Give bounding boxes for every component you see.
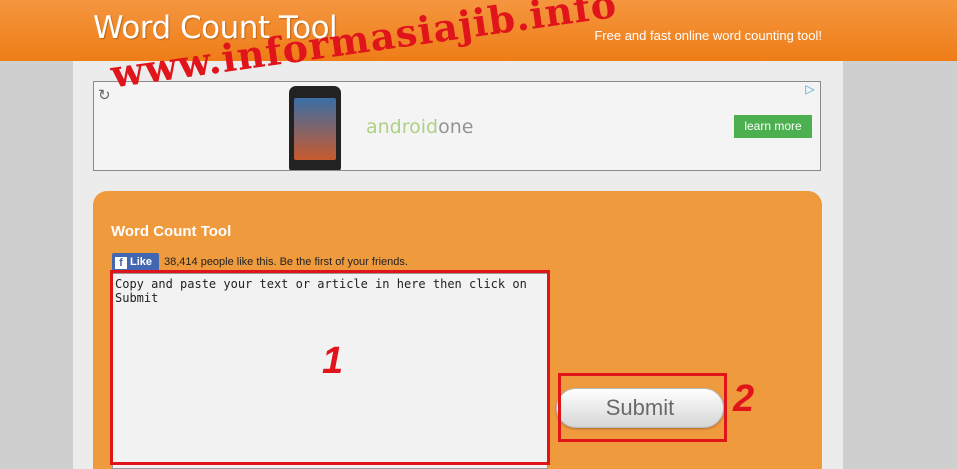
facebook-like-button[interactable]: f Like <box>112 253 159 271</box>
ad-brand-part1: android <box>366 116 439 138</box>
annotation-label-2: 2 <box>733 378 755 420</box>
refresh-icon[interactable]: ↻ <box>98 86 111 104</box>
annotation-label-1: 1 <box>322 340 344 382</box>
phone-screen <box>294 98 336 160</box>
phone-image <box>289 86 341 170</box>
like-count-text: 38,414 people like this. Be the first of… <box>164 256 408 268</box>
adchoices-icon[interactable]: ▷ <box>802 82 818 98</box>
learn-more-button[interactable]: learn more <box>734 115 812 138</box>
panel-title: Word Count Tool <box>111 223 232 240</box>
ad-brand-part2: one <box>438 116 474 138</box>
submit-button[interactable]: Submit <box>556 388 724 428</box>
like-label: Like <box>130 255 153 268</box>
ad-banner[interactable]: ↻ ▷ androidone learn more <box>93 81 821 171</box>
facebook-icon: f <box>115 256 127 269</box>
site-tagline: Free and fast online word counting tool! <box>594 28 822 43</box>
ad-brand: androidone <box>366 116 473 138</box>
